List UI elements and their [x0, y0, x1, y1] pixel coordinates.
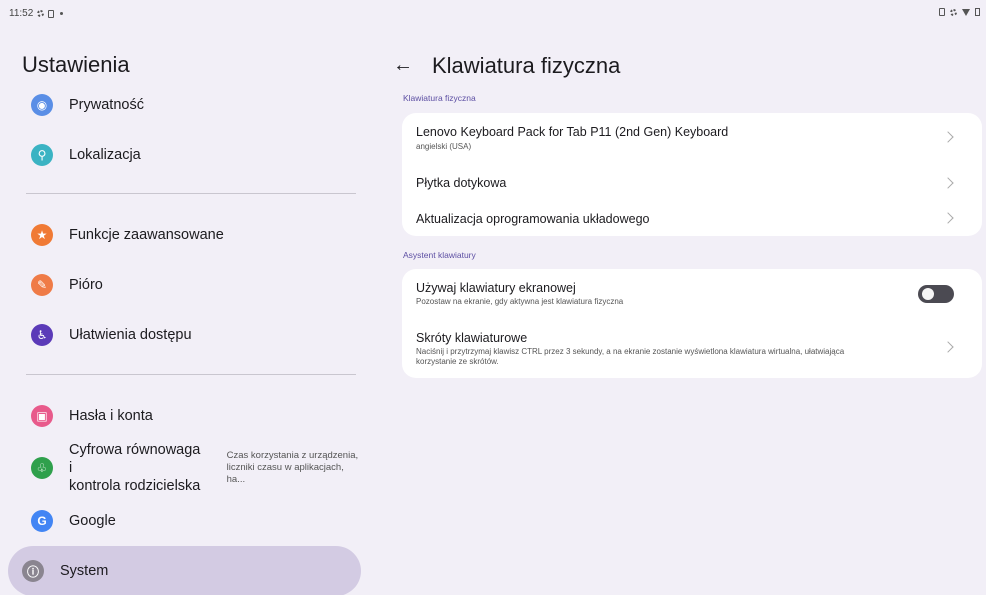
- nav-item-digital-wellbeing[interactable]: ♧ Cyfrowa równowaga i kontrola rodziciel…: [22, 441, 362, 495]
- back-arrow-icon[interactable]: ←: [393, 54, 413, 77]
- divider: [26, 193, 356, 194]
- firmware-update-row[interactable]: Aktualizacja oprogramowania układowego: [402, 202, 982, 236]
- more-notifications-icon: [60, 12, 64, 15]
- nav-item-label-group: Cyfrowa równowaga i kontrola rodzicielsk…: [69, 441, 205, 495]
- row-title: Płytka dotykowa: [416, 176, 507, 190]
- nav-item-label: System: [60, 563, 109, 579]
- status-time: 11:52: [9, 8, 34, 19]
- section-label: Klawiatura fizyczna: [403, 93, 476, 103]
- nav-item-label: Hasła i konta: [69, 408, 153, 424]
- google-icon: G: [31, 510, 53, 532]
- nav-item-privacy[interactable]: ◉ Prywatność: [22, 81, 362, 129]
- row-description: angielski (USA): [416, 142, 472, 151]
- onscreen-keyboard-toggle[interactable]: [918, 285, 954, 303]
- nav-item-passwords-accounts[interactable]: ▣ Hasła i konta: [22, 392, 362, 440]
- account-icon: ▣: [31, 405, 53, 427]
- nav-item-label: Ułatwienia dostępu: [69, 327, 192, 343]
- chevron-right-icon: [942, 212, 954, 224]
- nav-item-summary: Czas korzystania z urządzenia, liczniki …: [227, 450, 362, 486]
- section-label: Asystent klawiatury: [403, 250, 476, 260]
- onscreen-keyboard-row[interactable]: Używaj klawiatury ekranowej Pozostaw na …: [402, 269, 982, 319]
- location-status-icon: [950, 8, 957, 16]
- keyboard-device-row[interactable]: Lenovo Keyboard Pack for Tab P11 (2nd Ge…: [402, 113, 982, 161]
- nav-item-google[interactable]: G Google: [22, 497, 362, 545]
- notification-icon: [48, 9, 55, 18]
- nav-item-label: Cyfrowa równowaga i: [69, 442, 201, 476]
- nav-item-label: Pióro: [69, 277, 103, 293]
- system-icon: ⓘ: [22, 560, 44, 582]
- row-description-line: Naciśnij i przytrzymaj klawisz CTRL prze…: [416, 347, 845, 356]
- nav-item-summary-line: Czas korzystania z urządzenia,: [226, 450, 359, 461]
- nav-item-pen[interactable]: ✎ Pióro: [22, 261, 362, 309]
- touchpad-row[interactable]: Płytka dotykowa: [402, 165, 982, 199]
- nav-item-label: Lokalizacja: [69, 147, 141, 163]
- system-icons: [939, 8, 980, 16]
- settings-title: Ustawienia: [22, 52, 130, 77]
- nav-item-summary-line: liczniki czasu w aplikacjach, ha...: [226, 462, 344, 485]
- settings-notification-icon: [37, 10, 45, 17]
- status-bar: 11:52: [0, 0, 986, 22]
- divider: [26, 374, 356, 375]
- nav-item-advanced-features[interactable]: ★ Funkcje zaawansowane: [22, 211, 362, 259]
- star-icon: ★: [31, 224, 53, 246]
- keyboard-shortcuts-row[interactable]: Skróty klawiaturowe Naciśnij i przytrzym…: [402, 323, 982, 378]
- nav-item-label: Funkcje zaawansowane: [69, 227, 224, 243]
- toggle-knob: [922, 288, 934, 300]
- row-description: Naciśnij i przytrzymaj klawisz CTRL prze…: [416, 347, 916, 367]
- row-description: Pozostaw na ekranie, gdy aktywna jest kl…: [416, 297, 624, 306]
- accessibility-icon: ♿: [31, 324, 53, 346]
- chevron-right-icon: [942, 177, 954, 189]
- row-description-line: korzystanie ze skrótów.: [416, 357, 499, 366]
- status-time-group: 11:52: [9, 8, 64, 19]
- nav-item-label: Google: [69, 513, 116, 529]
- pen-icon: ✎: [31, 274, 53, 296]
- nav-item-system[interactable]: ⓘ System: [8, 546, 361, 595]
- wellbeing-icon: ♧: [31, 457, 53, 479]
- nav-item-label: kontrola rodzicielska: [69, 478, 201, 494]
- wifi-icon: [962, 8, 970, 16]
- location-icon: ⚲: [31, 144, 53, 166]
- nav-item-accessibility[interactable]: ♿ Ułatwienia dostępu: [22, 311, 362, 359]
- keyboard-assistant-card: Używaj klawiatury ekranowej Pozostaw na …: [402, 269, 982, 378]
- page-title: Klawiatura fizyczna: [432, 53, 621, 78]
- nav-item-location[interactable]: ⚲ Lokalizacja: [22, 131, 362, 179]
- row-title: Lenovo Keyboard Pack for Tab P11 (2nd Ge…: [416, 125, 729, 139]
- chevron-right-icon: [942, 131, 954, 143]
- privacy-icon: ◉: [31, 94, 53, 116]
- row-title: Używaj klawiatury ekranowej: [416, 281, 576, 295]
- physical-keyboard-card: Lenovo Keyboard Pack for Tab P11 (2nd Ge…: [402, 113, 982, 236]
- chevron-right-icon: [942, 341, 954, 353]
- row-title: Aktualizacja oprogramowania układowego: [416, 212, 650, 226]
- keyboard-status-icon: [939, 8, 945, 16]
- nav-item-label: Prywatność: [69, 97, 144, 113]
- battery-icon: [975, 8, 980, 16]
- row-title: Skróty klawiaturowe: [416, 331, 528, 345]
